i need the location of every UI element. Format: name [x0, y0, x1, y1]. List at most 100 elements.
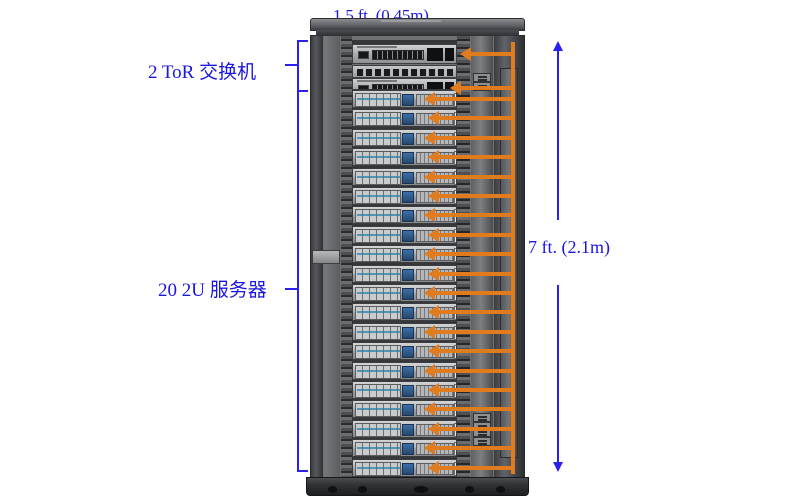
server-handle — [454, 306, 456, 321]
rack-side-panel — [500, 68, 518, 458]
server-vent-grille — [416, 113, 454, 126]
server-vent-grille — [416, 346, 454, 359]
server-unit[interactable] — [352, 206, 457, 225]
server-unit[interactable] — [352, 419, 457, 438]
server-control-panel — [402, 113, 414, 126]
server-control-panel — [402, 94, 414, 106]
server-handle — [454, 364, 456, 379]
server-drive-bays — [355, 248, 401, 263]
server-unit[interactable] — [352, 400, 457, 419]
server-drive-bays — [355, 287, 401, 301]
server-handle — [454, 422, 456, 437]
server-vent-grille — [416, 132, 454, 145]
server-vent-grille — [416, 404, 454, 417]
server-handle — [454, 112, 456, 127]
server-group-bracket-tick — [285, 288, 297, 290]
rack-foot — [496, 486, 505, 493]
server-drive-bays — [355, 461, 401, 476]
server-control-panel — [402, 423, 414, 436]
server-unit[interactable] — [352, 342, 457, 361]
server-vent-grille — [416, 191, 454, 203]
rack-foot — [358, 486, 367, 493]
server-handle — [454, 93, 456, 107]
server-vent-grille — [416, 268, 454, 281]
server-drive-bays — [355, 209, 401, 224]
tor-switch-unit[interactable] — [352, 44, 457, 64]
server-vent-grille — [416, 171, 454, 184]
server-drive-bays — [355, 384, 401, 398]
server-vent-grille — [416, 462, 454, 475]
server-handle — [454, 287, 456, 301]
switch-faceplate-marking — [357, 80, 397, 82]
patch-panel-unit[interactable] — [352, 65, 457, 78]
server-vent-grille — [416, 326, 454, 339]
server-unit[interactable] — [352, 322, 457, 341]
server-vent-grille — [416, 385, 454, 397]
server-drive-bays — [355, 170, 401, 185]
server-unit[interactable] — [352, 148, 457, 167]
server-unit[interactable] — [352, 361, 457, 380]
server-handle — [454, 248, 456, 263]
server-unit[interactable] — [352, 128, 457, 147]
server-unit[interactable] — [352, 90, 457, 108]
server-unit[interactable] — [352, 109, 457, 128]
server-handle — [454, 228, 456, 243]
server-control-panel — [402, 346, 414, 359]
rack-top-cap-shadow — [316, 30, 519, 36]
tor-switch-bracket — [297, 40, 308, 92]
server-unit[interactable] — [352, 245, 457, 264]
server-drive-bays — [355, 93, 401, 107]
rail-cage-nut — [473, 82, 491, 91]
server-control-panel — [402, 365, 414, 378]
server-drive-bays — [355, 131, 401, 146]
rack-foot — [328, 486, 337, 493]
server-unit[interactable] — [352, 439, 457, 458]
server-unit[interactable] — [352, 381, 457, 399]
server-unit[interactable] — [352, 458, 457, 477]
height-dimension-line-lower — [557, 285, 559, 463]
rail-cage-nut — [473, 437, 491, 446]
server-unit[interactable] — [352, 225, 457, 244]
server-handle — [454, 190, 456, 204]
height-arrow-down-icon — [553, 462, 563, 472]
server-vent-grille — [416, 210, 454, 223]
server-handle — [454, 442, 456, 457]
rail-cage-nut — [473, 73, 491, 82]
server-unit[interactable] — [352, 264, 457, 283]
server-unit[interactable] — [352, 167, 457, 186]
server-vent-grille — [416, 307, 454, 320]
height-dimension-line-upper — [557, 50, 559, 220]
rack-post-right-inner — [471, 36, 493, 477]
height-arrow-up-icon — [553, 41, 563, 51]
server-group-bracket — [297, 90, 308, 472]
server-drive-bays — [355, 112, 401, 127]
server-drive-bays — [355, 403, 401, 418]
server-control-panel — [402, 152, 414, 165]
server-drive-bays — [355, 267, 401, 282]
server-drive-bays — [355, 442, 401, 457]
server-unit[interactable] — [352, 187, 457, 205]
server-handle — [454, 170, 456, 185]
server-drive-bays — [355, 345, 401, 360]
server-control-panel — [402, 462, 414, 475]
server-control-panel — [402, 307, 414, 320]
server-control-panel — [402, 229, 414, 242]
server-vent-grille — [416, 365, 454, 378]
server-unit[interactable] — [352, 284, 457, 302]
switch-port-array — [372, 50, 424, 60]
server-unit[interactable] — [352, 303, 457, 322]
rack-top-vent — [381, 20, 441, 22]
server-handle — [454, 267, 456, 282]
tor-switch-label: 2 ToR 交换机 — [148, 62, 257, 83]
rack-foot — [465, 486, 474, 493]
server-control-panel — [402, 210, 414, 223]
tor-switch-bracket-tick — [285, 64, 297, 66]
server-handle — [454, 131, 456, 146]
switch-faceplate-marking — [357, 46, 397, 48]
server-vent-grille — [416, 443, 454, 456]
server-vent-grille — [416, 94, 454, 106]
server-vent-grille — [416, 423, 454, 436]
server-drive-bays — [355, 151, 401, 166]
server-control-panel — [402, 191, 414, 203]
server-handle — [454, 325, 456, 340]
